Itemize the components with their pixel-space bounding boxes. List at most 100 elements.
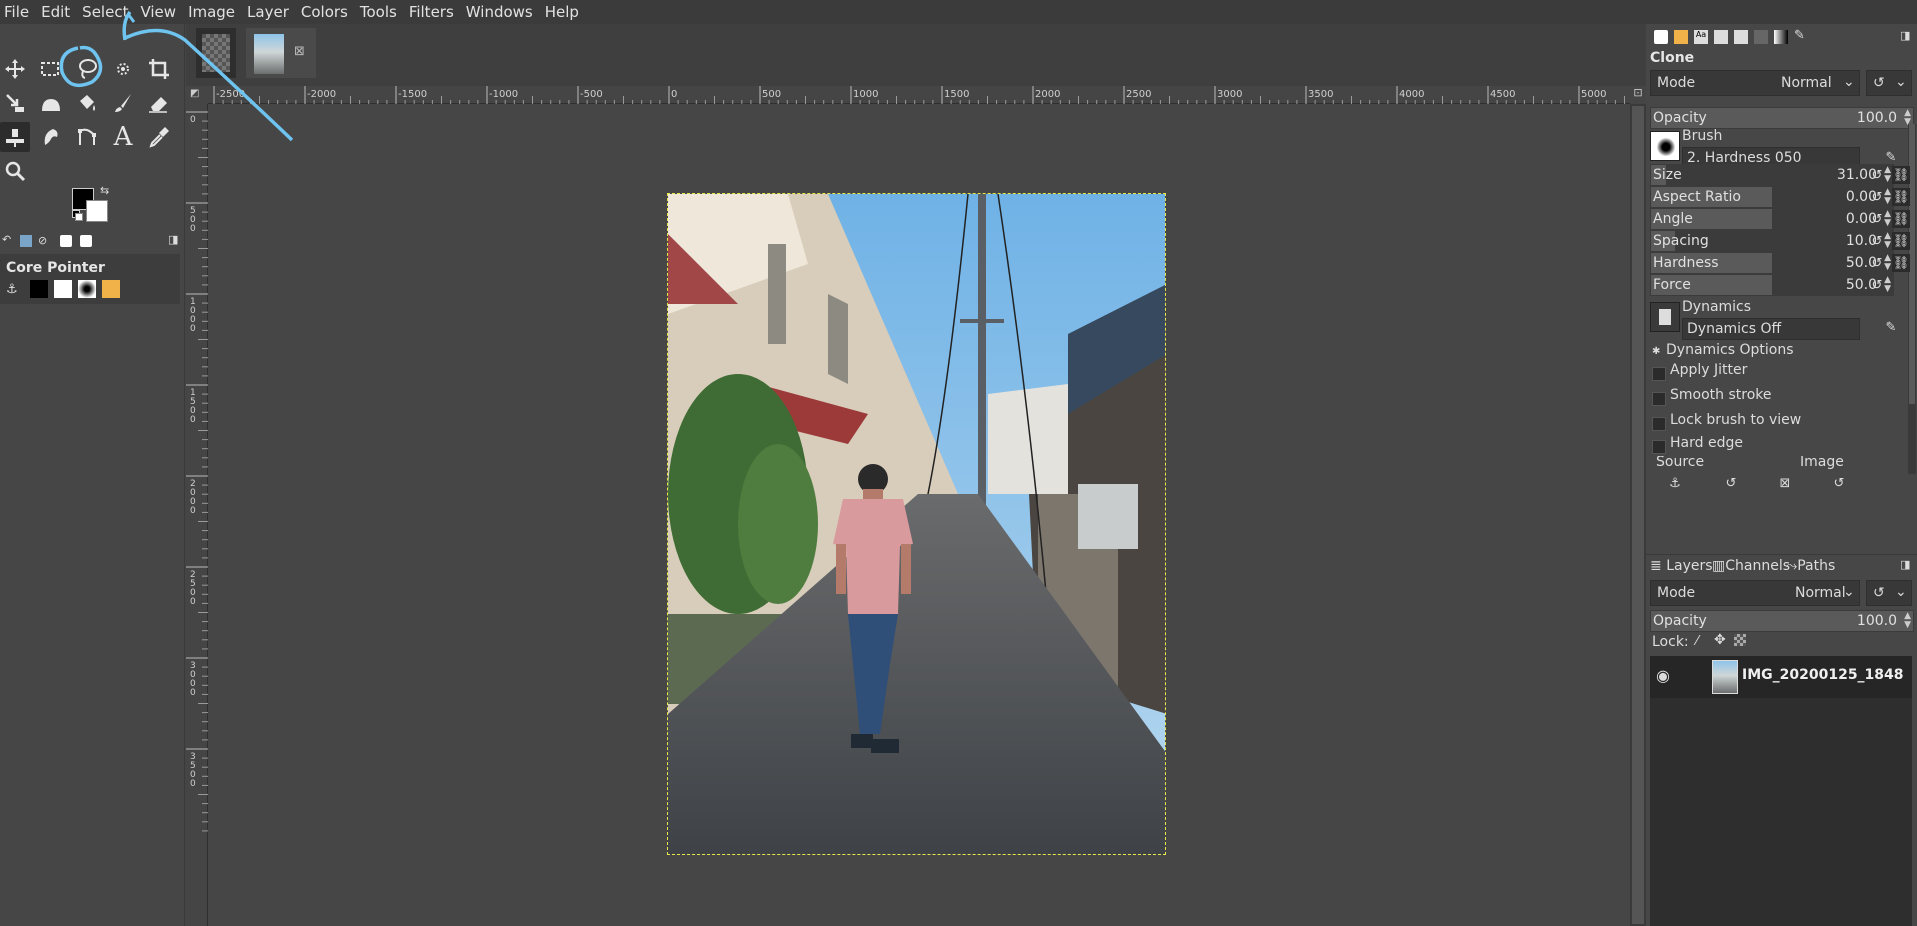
- reset-icon[interactable]: ↺: [1868, 232, 1886, 250]
- opacity-label: Opacity: [1653, 110, 1707, 126]
- slider-spacing[interactable]: Spacing 10.0 ▲ ▼: [1650, 230, 1894, 252]
- tab-channels-label: Channels: [1725, 558, 1791, 574]
- slider-label: Spacing: [1653, 233, 1709, 249]
- smooth-stroke-checkbox[interactable]: [1652, 392, 1666, 406]
- menu-tools[interactable]: Tools: [354, 0, 403, 24]
- link-to-brush-icon[interactable]: ⛓: [1892, 254, 1910, 272]
- lock-alpha-icon[interactable]: [1734, 634, 1746, 646]
- link-to-brush-icon[interactable]: ⛓: [1892, 232, 1910, 250]
- spin-icon[interactable]: ▲ ▼: [1904, 612, 1911, 630]
- swap-colors-icon[interactable]: ⇆: [100, 184, 109, 197]
- save-options-icon[interactable]: ⚓: [1666, 474, 1684, 492]
- lock-brush-label: Lock brush to view: [1670, 412, 1802, 428]
- expander-icon[interactable]: ✱: [1652, 346, 1660, 357]
- slider-label: Angle: [1653, 211, 1693, 227]
- device-brush: [78, 280, 96, 298]
- ruler-label: 2000: [190, 479, 196, 516]
- layers-tabs: ≣ Layers ▥Channels ⤳Paths ◨: [1646, 554, 1917, 576]
- devices-tab-icon[interactable]: [1754, 30, 1768, 44]
- edit-dynamics-icon[interactable]: ✎: [1882, 318, 1900, 336]
- brushes-tab-icon[interactable]: ✎: [1794, 28, 1805, 43]
- device-tab-icon[interactable]: ⊘: [38, 234, 47, 247]
- link-to-brush-icon[interactable]: ⛓: [1892, 210, 1910, 228]
- clone-icon: ⚓: [6, 282, 18, 297]
- scrollbar-thumb[interactable]: [1632, 106, 1644, 924]
- dynamics-field[interactable]: Dynamics Off: [1682, 318, 1860, 340]
- reset-options-icon[interactable]: ↺: [1830, 474, 1848, 492]
- panel-menu-icon[interactable]: ◨: [168, 233, 178, 246]
- reset-icon[interactable]: ↺: [1868, 166, 1886, 184]
- fonts-tab-icon[interactable]: Aa: [1694, 30, 1708, 44]
- apply-jitter-checkbox[interactable]: [1652, 367, 1666, 381]
- image-photo[interactable]: [667, 193, 1166, 855]
- opacity-slider[interactable]: Opacity 100.0 ▲ ▼: [1650, 107, 1914, 129]
- slider-aspect-ratio[interactable]: Aspect Ratio 0.00 ▲ ▼: [1650, 186, 1894, 208]
- tool-options-tab-icon[interactable]: [1654, 30, 1668, 44]
- reset-icon[interactable]: ↺: [1868, 276, 1886, 294]
- lock-pixels-icon[interactable]: ⁄: [1696, 634, 1698, 649]
- images-tab-icon[interactable]: [20, 235, 32, 247]
- brush-tab-icon[interactable]: [60, 235, 72, 247]
- background-color-swatch[interactable]: [86, 200, 108, 222]
- street-photo: [668, 194, 1165, 854]
- reset-icon[interactable]: ↺: [1868, 188, 1886, 206]
- dynamics-icon[interactable]: [1650, 302, 1680, 332]
- link-to-brush-icon[interactable]: ⛓: [1892, 188, 1910, 206]
- dynamics-options-label[interactable]: Dynamics Options: [1666, 342, 1794, 358]
- tab-paths[interactable]: ⤳Paths: [1786, 558, 1835, 574]
- navigate-icon[interactable]: ⊡: [1630, 86, 1646, 104]
- reset-icon[interactable]: ↺: [1868, 210, 1886, 228]
- lock-brush-checkbox[interactable]: [1652, 417, 1666, 431]
- pattern-tab-icon[interactable]: [80, 235, 92, 247]
- tab-paths-label: Paths: [1797, 558, 1836, 574]
- ruler-label: 4000: [1399, 89, 1424, 100]
- menu-windows[interactable]: Windows: [460, 0, 539, 24]
- undo-tab-icon[interactable]: ↶: [2, 233, 11, 246]
- layer-mode-reset[interactable]: ↺ ⌄: [1866, 580, 1912, 606]
- source-row[interactable]: Source Image: [1650, 456, 1908, 470]
- slider-angle[interactable]: Angle 0.00 ▲ ▼: [1650, 208, 1894, 230]
- patterns-tab-icon[interactable]: [1674, 30, 1688, 44]
- templates-tab-icon[interactable]: [1734, 30, 1748, 44]
- document-tab-icon[interactable]: [1714, 30, 1728, 44]
- ruler-label: 0: [671, 89, 677, 100]
- slider-size[interactable]: Size 31.00 ▲ ▼: [1650, 164, 1894, 186]
- mode-reset-combo[interactable]: ↺ ⌄: [1866, 70, 1912, 96]
- right-dock: Aa ✎ ◨ Clone Mode Normal ⌄ ↺ ⌄ Opacity 1…: [1646, 24, 1917, 926]
- eye-icon[interactable]: ◉: [1656, 666, 1670, 685]
- ruler-label: 1000: [853, 89, 878, 100]
- dock-menu-icon[interactable]: ◨: [1900, 29, 1910, 42]
- ruler-label: 3500: [1308, 89, 1333, 100]
- slider-label: Force: [1653, 277, 1691, 293]
- hard-edge-checkbox[interactable]: [1652, 440, 1666, 454]
- layer-mode-select[interactable]: Mode Normal ⌄: [1650, 580, 1860, 606]
- restore-options-icon[interactable]: ↺: [1722, 474, 1740, 492]
- slider-hardness[interactable]: Hardness 50.0 ▲ ▼: [1650, 252, 1894, 274]
- default-colors-icon[interactable]: [72, 210, 83, 221]
- layer-name[interactable]: IMG_20200125_1848: [1742, 667, 1904, 683]
- slider-force[interactable]: Force 50.0 ▲ ▼: [1650, 274, 1894, 296]
- layers-menu-icon[interactable]: ◨: [1900, 558, 1910, 571]
- lock-position-icon[interactable]: ✥: [1714, 632, 1726, 648]
- menu-filters[interactable]: Filters: [403, 0, 460, 24]
- tool-options-title: Clone: [1650, 50, 1695, 66]
- brush-preview[interactable]: [1650, 131, 1680, 161]
- vertical-scrollbar[interactable]: [1630, 104, 1646, 926]
- layer-thumbnail: [1712, 660, 1738, 694]
- gradients-tab-icon[interactable]: [1774, 30, 1788, 44]
- zoom-icon[interactable]: [0, 156, 30, 186]
- tab-layers[interactable]: ≣ Layers: [1650, 558, 1713, 574]
- layer-row[interactable]: ◉ IMG_20200125_1848: [1650, 656, 1912, 698]
- link-to-brush-icon[interactable]: ⛓: [1892, 166, 1910, 184]
- reset-icon[interactable]: ↺: [1868, 254, 1886, 272]
- mode-select[interactable]: Mode Normal ⌄: [1650, 70, 1860, 96]
- menu-help[interactable]: Help: [539, 0, 585, 24]
- image-canvas[interactable]: [208, 104, 1630, 926]
- hard-edge-label: Hard edge: [1670, 435, 1743, 451]
- delete-options-icon[interactable]: ⊠: [1776, 474, 1794, 492]
- source-label: Source: [1656, 456, 1705, 470]
- layer-opacity-slider[interactable]: Opacity 100.0 ▲ ▼: [1650, 610, 1914, 632]
- ruler-label: 2500: [190, 570, 196, 607]
- tab-channels[interactable]: ▥Channels: [1712, 558, 1790, 574]
- chevron-down-icon: ⌄: [1895, 584, 1907, 600]
